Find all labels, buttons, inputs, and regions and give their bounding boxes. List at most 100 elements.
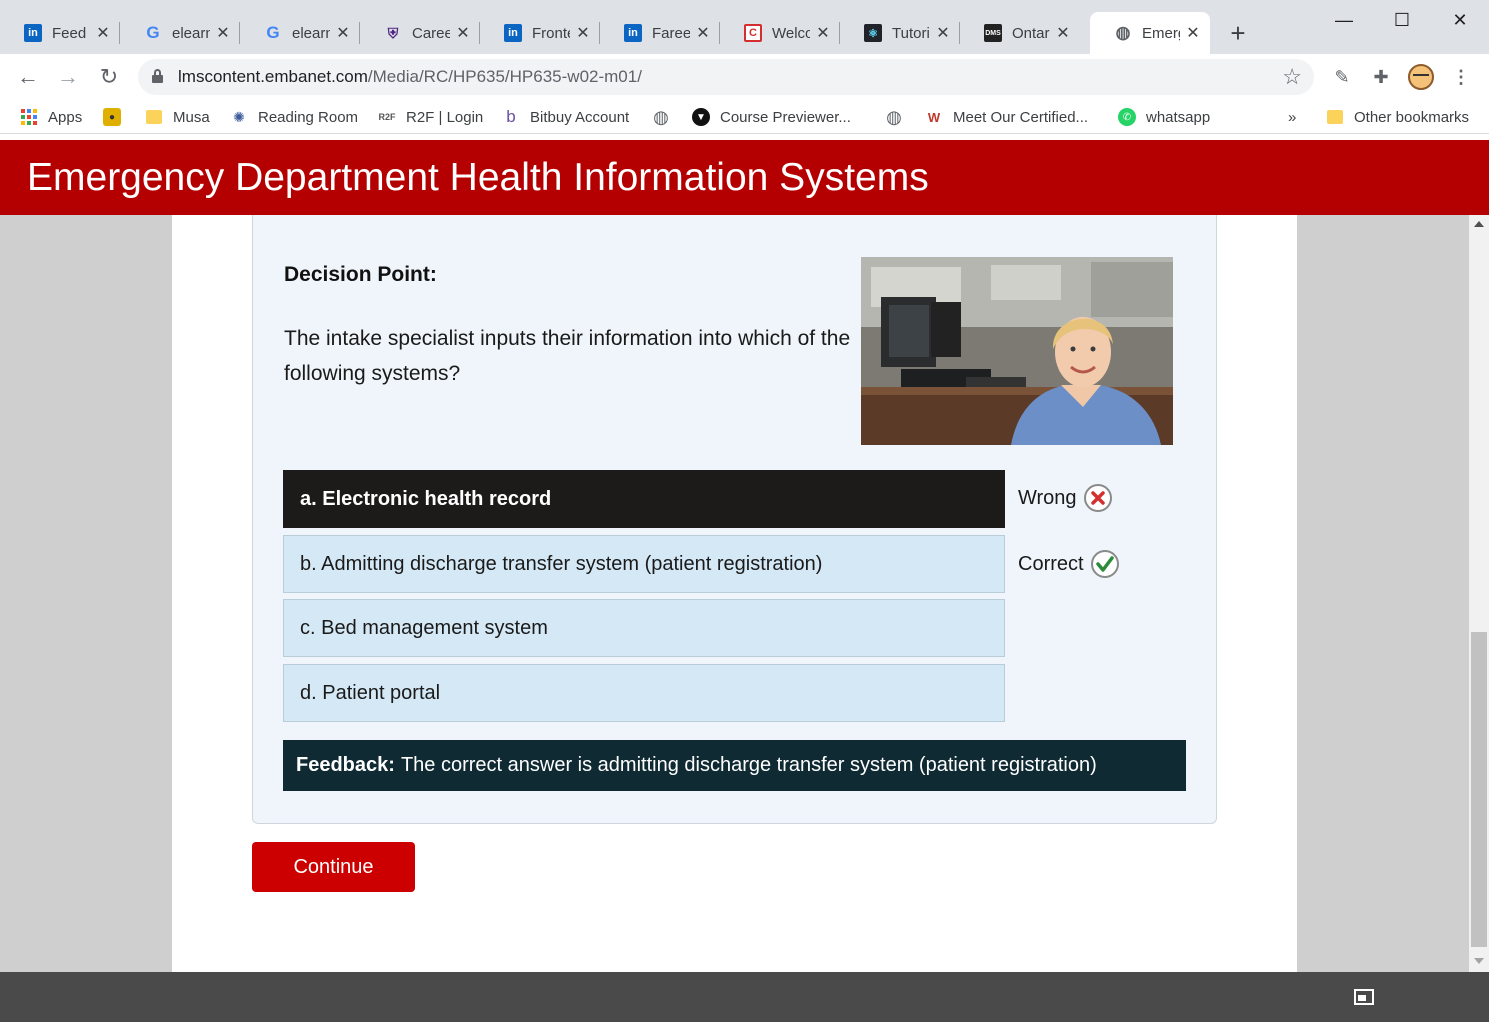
tab-strip: in Feed | ✕ G elearn ✕ G elearn ✕ ⛨ Care…: [0, 0, 1489, 54]
option-label: a. Electronic health record: [300, 487, 552, 510]
tab-frontend[interactable]: in Fronte ✕: [480, 12, 600, 54]
close-icon[interactable]: ✕: [334, 23, 352, 43]
tab-feed[interactable]: in Feed | ✕: [0, 12, 120, 54]
tab-title: Tutori: [892, 24, 930, 42]
menu-kebab-icon[interactable]: ⋮: [1448, 64, 1474, 90]
close-icon[interactable]: ✕: [1184, 23, 1202, 43]
nurse-photo: [861, 257, 1173, 445]
linkedin-icon: in: [24, 24, 42, 42]
tab-fareed[interactable]: in Fareed ✕: [600, 12, 720, 54]
whatsapp-icon: ✆: [1118, 108, 1136, 126]
close-icon[interactable]: ✕: [814, 23, 832, 43]
bitbuy-icon: b: [506, 107, 516, 126]
bookmark-label: Reading Room: [258, 108, 359, 126]
fullscreen-toggle-icon[interactable]: [1354, 989, 1374, 1005]
page-viewport: Emergency Department Health Information …: [0, 140, 1489, 1022]
course-banner: Emergency Department Health Information …: [0, 140, 1489, 215]
bookmark-musa[interactable]: Musa: [145, 106, 210, 128]
bookmark-reading-room[interactable]: ✺ Reading Room: [230, 106, 358, 128]
continue-button[interactable]: Continue: [252, 842, 415, 892]
globe-icon: ◍: [653, 106, 669, 127]
bookmark-other[interactable]: Other bookmarks: [1326, 106, 1469, 128]
browser-toolbar: ← → ↻ lmscontent.embanet.com/Media/RC/HP…: [0, 54, 1489, 100]
bookmark-custom-site[interactable]: ●: [103, 106, 131, 128]
tab-elearn-2[interactable]: G elearn ✕: [240, 12, 360, 54]
tab-career[interactable]: ⛨ Career ✕: [360, 12, 480, 54]
page-scrollbar[interactable]: [1469, 215, 1489, 972]
bookmark-course-previewer[interactable]: ▼ Course Previewer...: [692, 106, 851, 128]
bookmark-label: R2F | Login: [406, 108, 484, 126]
more-bookmarks-chevron[interactable]: »: [1288, 106, 1296, 128]
option-c[interactable]: c. Bed management system: [283, 599, 1005, 657]
profile-avatar[interactable]: [1408, 64, 1434, 90]
maximize-button[interactable]: ☐: [1382, 6, 1422, 34]
option-a[interactable]: a. Electronic health record: [283, 470, 1005, 528]
bookmark-whatsapp[interactable]: ✆ whatsapp: [1118, 106, 1210, 128]
lock-icon[interactable]: [152, 69, 163, 83]
bookmark-label: Course Previewer...: [720, 108, 851, 126]
linkedin-icon: in: [504, 24, 522, 42]
tab-title: Fronte: [532, 24, 570, 42]
bookmark-label: Bitbuy Account: [530, 108, 630, 126]
url-host: lmscontent.embanet.com: [178, 67, 368, 86]
correct-check-icon: [1090, 550, 1119, 578]
tab-title: Feed |: [52, 24, 90, 42]
tab-title: elearn: [292, 24, 330, 42]
scroll-down-arrow[interactable]: [1474, 958, 1484, 964]
new-tab-button[interactable]: +: [1225, 18, 1251, 49]
bookmark-apps[interactable]: Apps: [20, 106, 82, 128]
c-app-icon: C: [744, 24, 762, 42]
tab-ontario[interactable]: DMS Ontar ✕: [960, 12, 1080, 54]
feedback-text: The correct answer is admitting discharg…: [400, 754, 1097, 776]
close-icon[interactable]: ✕: [574, 23, 592, 43]
scroll-up-arrow[interactable]: [1474, 221, 1484, 227]
reload-button[interactable]: ↻: [94, 62, 124, 92]
tab-elearn-1[interactable]: G elearn ✕: [120, 12, 240, 54]
close-icon[interactable]: ✕: [214, 23, 232, 43]
question-text: The intake specialist inputs their infor…: [284, 327, 851, 385]
globe-icon: ◍: [886, 106, 902, 127]
option-d[interactable]: d. Patient portal: [283, 664, 1005, 722]
window-close-button[interactable]: ✕: [1440, 6, 1480, 34]
folder-icon: [145, 108, 163, 126]
eyedropper-icon[interactable]: ✎: [1329, 64, 1355, 90]
reading-room-icon: ✺: [233, 108, 245, 125]
tab-welcome[interactable]: C Welco ✕: [720, 12, 840, 54]
address-bar[interactable]: lmscontent.embanet.com/Media/RC/HP635/HP…: [138, 59, 1314, 95]
close-icon[interactable]: ✕: [94, 23, 112, 43]
forward-button[interactable]: →: [53, 62, 83, 92]
more-bookmarks-label: »: [1288, 108, 1297, 126]
custom-site-icon: ●: [103, 108, 121, 126]
bookmark-label: Musa: [173, 108, 210, 126]
url-text[interactable]: lmscontent.embanet.com/Media/RC/HP635/HP…: [178, 67, 642, 87]
bookmark-globe-1[interactable]: ◍: [652, 106, 680, 128]
tab-title: Fareed: [652, 24, 690, 42]
player-footer-bar: [0, 972, 1489, 1022]
google-icon: G: [146, 23, 160, 42]
result-correct: Correct: [1018, 549, 1120, 579]
bookmark-star-icon[interactable]: ☆: [1282, 64, 1302, 90]
close-icon[interactable]: ✕: [454, 23, 472, 43]
minimize-button[interactable]: —: [1324, 6, 1364, 34]
google-icon: G: [266, 23, 280, 42]
option-b[interactable]: b. Admitting discharge transfer system (…: [283, 535, 1005, 593]
globe-icon: ◍: [1115, 23, 1131, 42]
bookmark-meet-certified[interactable]: W Meet Our Certified...: [925, 106, 1088, 128]
tab-tutorial[interactable]: ⚛ Tutori ✕: [840, 12, 960, 54]
close-icon[interactable]: ✕: [694, 23, 712, 43]
close-icon[interactable]: ✕: [934, 23, 952, 43]
url-path: /Media/RC/HP635/HP635-w02-m01/: [367, 67, 642, 86]
page-title: Emergency Department Health Information …: [27, 156, 929, 199]
extensions-puzzle-icon[interactable]: ✚: [1368, 64, 1394, 90]
bookmarks-bar: Apps ● Musa ✺ Reading Room R2F R2F | Log…: [0, 100, 1489, 134]
bookmark-label: Apps: [48, 108, 83, 126]
r2f-icon: R2F: [378, 112, 396, 122]
course-previewer-icon: ▼: [692, 108, 710, 126]
bookmark-r2f[interactable]: R2F R2F | Login: [378, 106, 483, 128]
bookmark-globe-2[interactable]: ◍: [885, 106, 913, 128]
tab-emergency-active[interactable]: ◍ Emerg ✕: [1090, 12, 1210, 54]
back-button[interactable]: ←: [13, 62, 43, 92]
close-icon[interactable]: ✕: [1054, 23, 1072, 43]
bookmark-bitbuy[interactable]: b Bitbuy Account: [502, 106, 629, 128]
scroll-thumb[interactable]: [1471, 632, 1487, 947]
